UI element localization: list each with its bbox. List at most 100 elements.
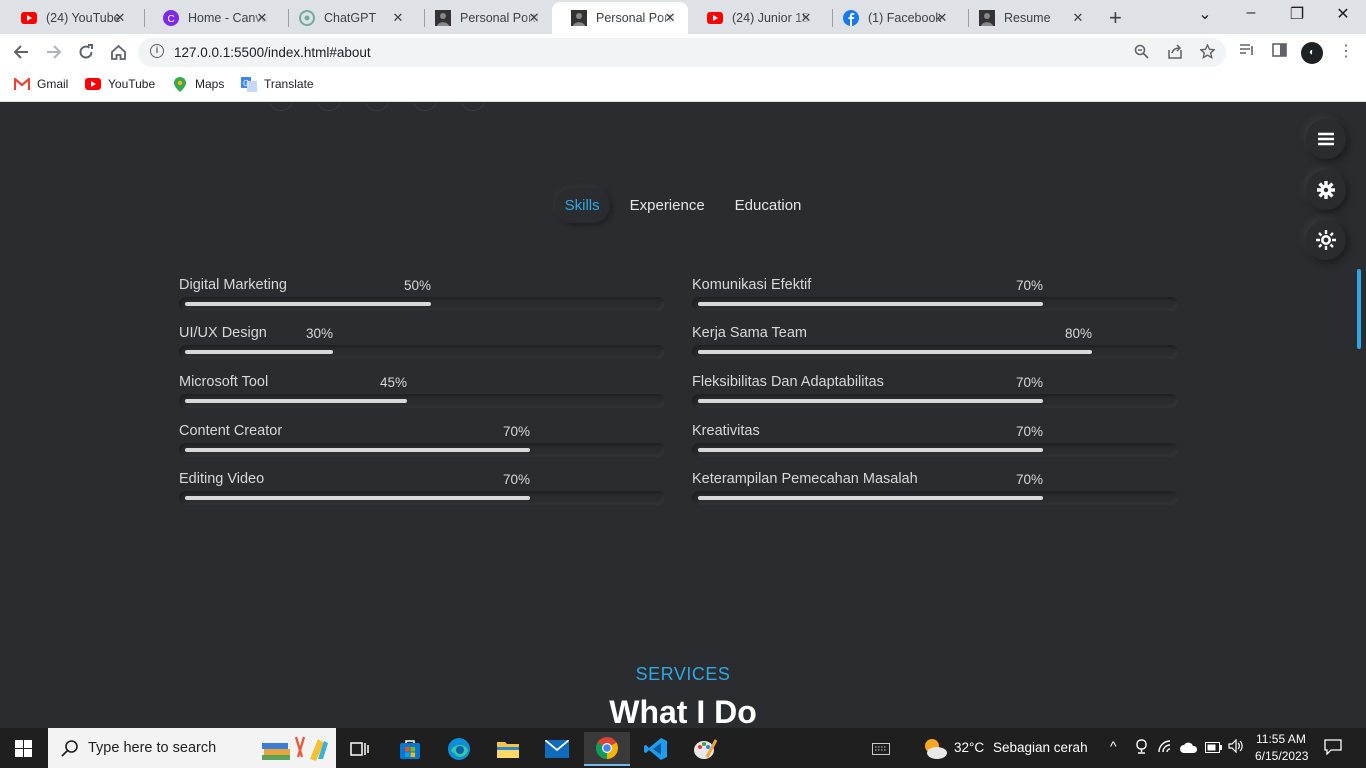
skill-percent: 70%: [1016, 424, 1044, 439]
menu-toggle-button[interactable]: [1306, 119, 1346, 159]
skill-progress-fill: [698, 399, 1043, 403]
clock-time[interactable]: 11:55 AM: [1256, 732, 1306, 746]
restore-button[interactable]: ❐: [1274, 4, 1320, 24]
close-tab-icon[interactable]: ✕: [254, 10, 270, 26]
skill-progress-track: [692, 491, 1178, 505]
close-tab-icon[interactable]: ✕: [662, 10, 678, 26]
skill-name: Kerja Sama Team: [692, 325, 807, 341]
skill-progress-track: [692, 394, 1178, 408]
social-icon[interactable]: [460, 103, 486, 111]
profile-avatar[interactable]: ◐: [1301, 42, 1323, 64]
notification-icon[interactable]: [1324, 739, 1342, 758]
skill-item: Digital Marketing 50%: [179, 277, 665, 325]
mail-icon[interactable]: [534, 732, 580, 766]
new-tab-button[interactable]: +: [1109, 5, 1122, 31]
bookmark-youtube[interactable]: YouTube: [85, 77, 155, 91]
skill-percent: 80%: [1065, 326, 1093, 341]
zoom-icon[interactable]: [1134, 44, 1149, 63]
search-icon: [61, 740, 78, 757]
skill-item: Komunikasi Efektif 70%: [692, 277, 1178, 325]
social-icon[interactable]: [268, 103, 294, 111]
share-icon[interactable]: [1167, 44, 1183, 63]
browser-tab-7[interactable]: (1) Facebook ✕: [824, 2, 960, 34]
edge-browser-icon[interactable]: [436, 732, 482, 766]
skill-item: Fleksibilitas Dan Adaptabilitas 70%: [692, 374, 1178, 422]
skill-progress-fill: [185, 350, 333, 354]
close-tab-icon[interactable]: ✕: [1070, 10, 1086, 26]
skill-item: Content Creator 70%: [179, 423, 665, 471]
browser-tab-2[interactable]: C Home - Canva ✕: [144, 2, 280, 34]
vscode-icon[interactable]: [633, 732, 679, 766]
tab-education[interactable]: Education: [725, 188, 812, 223]
skill-progress-fill: [185, 399, 407, 403]
close-tab-icon[interactable]: ✕: [934, 10, 950, 26]
clock-date[interactable]: 6/15/2023: [1255, 749, 1308, 763]
browser-tab-3[interactable]: ChatGPT ✕: [280, 2, 416, 34]
more-menu-icon[interactable]: ⋮: [1338, 41, 1354, 61]
microsoft-store-icon[interactable]: [387, 732, 433, 766]
browser-tab-1[interactable]: (24) YouTube ✕: [2, 2, 138, 34]
file-explorer-icon[interactable]: [485, 732, 531, 766]
paint-icon[interactable]: [682, 732, 728, 766]
browser-tab-8[interactable]: Resume ✕: [960, 2, 1096, 34]
bookmark-maps[interactable]: Maps: [172, 76, 224, 92]
wifi-icon[interactable]: [1158, 740, 1174, 756]
keyboard-icon[interactable]: [858, 732, 904, 766]
theme-toggle-button[interactable]: [1306, 220, 1346, 260]
tab-skills[interactable]: Skills: [555, 188, 610, 223]
skill-item: Kerja Sama Team 80%: [692, 325, 1178, 373]
taskbar-search[interactable]: Type here to search: [48, 728, 336, 768]
back-icon[interactable]: [10, 41, 32, 63]
skill-item: Editing Video 70%: [179, 471, 665, 519]
browser-tab-5[interactable]: Personal Portfolio✕: [552, 2, 688, 34]
close-tab-icon[interactable]: ✕: [798, 10, 814, 26]
skill-progress-fill: [698, 448, 1043, 452]
skill-percent: 70%: [1016, 278, 1044, 293]
side-panel-icon[interactable]: [1272, 43, 1287, 61]
hidden-icons-chevron-icon[interactable]: ^: [1110, 738, 1117, 754]
browser-tab-6[interactable]: (24) Junior 15 ✕: [688, 2, 824, 34]
social-icon[interactable]: [412, 103, 438, 111]
close-tab-icon[interactable]: ✕: [526, 10, 542, 26]
skill-percent: 45%: [380, 375, 408, 390]
bookmark-gmail[interactable]: Gmail: [14, 77, 68, 91]
meet-now-icon[interactable]: [1135, 739, 1148, 757]
forward-icon[interactable]: [43, 41, 65, 63]
weather-icon[interactable]: [912, 732, 958, 766]
skill-item: Kreativitas 70%: [692, 423, 1178, 471]
home-icon[interactable]: [107, 41, 129, 63]
about-tabs: Skills Experience Education: [0, 188, 1366, 223]
reload-icon[interactable]: [75, 41, 97, 63]
skill-name: Editing Video: [179, 471, 265, 487]
skill-progress-track: [179, 443, 665, 457]
minimize-button[interactable]: –: [1228, 4, 1274, 22]
bookmark-star-icon[interactable]: [1199, 43, 1216, 63]
site-info-icon[interactable]: i: [150, 44, 164, 58]
scrollbar-thumb[interactable]: [1357, 269, 1361, 349]
tab-search-icon[interactable]: ⌄: [1182, 4, 1228, 24]
bookmark-translate[interactable]: G Translate: [241, 76, 314, 92]
bookmark-label: Gmail: [37, 77, 69, 91]
close-tab-icon[interactable]: ✕: [112, 10, 128, 26]
skill-progress-fill: [698, 350, 1092, 354]
social-icon[interactable]: [364, 103, 390, 111]
settings-button[interactable]: [1306, 170, 1346, 210]
close-window-button[interactable]: ✕: [1320, 4, 1366, 24]
task-view-icon[interactable]: [337, 732, 383, 766]
skill-name: Kreativitas: [692, 423, 760, 439]
bookmark-label: YouTube: [108, 77, 156, 91]
hamburger-icon: [1318, 132, 1334, 146]
reading-list-icon[interactable]: [1239, 43, 1255, 61]
social-icon[interactable]: [316, 103, 342, 111]
browser-tab-4[interactable]: Personal Portfolio✕: [416, 2, 552, 34]
tab-experience[interactable]: Experience: [620, 188, 715, 223]
volume-icon[interactable]: [1228, 738, 1243, 756]
chrome-taskbar-icon[interactable]: [584, 732, 630, 766]
youtube-icon: [85, 77, 101, 91]
close-tab-icon[interactable]: ✕: [390, 10, 406, 26]
address-bar[interactable]: i 127.0.0.1:5500/index.html#about: [138, 38, 1226, 67]
skill-progress-track: [179, 491, 665, 505]
onedrive-cloud-icon[interactable]: [1180, 741, 1198, 756]
windows-start-button[interactable]: [0, 731, 46, 765]
battery-icon[interactable]: [1205, 741, 1222, 756]
